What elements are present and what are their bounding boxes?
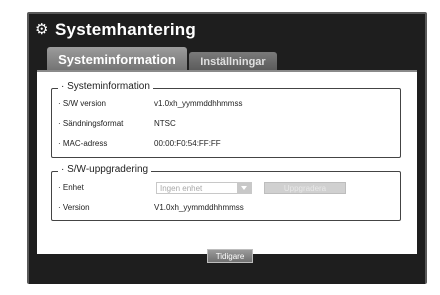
sw-version-row: · S/W version v1.0xh_yymmddhhmmss bbox=[58, 99, 242, 108]
device-row: · Enhet bbox=[58, 183, 154, 192]
chevron-down-icon[interactable] bbox=[237, 183, 251, 193]
gear-icon: ⚙ bbox=[35, 21, 49, 38]
version-row: · Version V1.0xh_yymmddhhmmss bbox=[58, 203, 244, 212]
tab-installningar[interactable]: Inställningar bbox=[189, 52, 277, 71]
sw-version-label: · S/W version bbox=[58, 99, 107, 108]
sw-upgrade-group: · S/W-uppgradering · Enhet Ingen enhet U… bbox=[51, 164, 401, 221]
system-info-group-title: · Systeminformation bbox=[58, 81, 153, 92]
title-bar: ⚙ Systemhantering bbox=[29, 14, 425, 46]
broadcast-format-label: · Sändningsformat bbox=[58, 119, 124, 128]
system-info-group: · Systeminformation · S/W version v1.0xh… bbox=[51, 81, 401, 158]
sw-upgrade-group-title: · S/W-uppgradering bbox=[58, 164, 152, 175]
upgrade-button[interactable]: Uppgradera bbox=[264, 182, 346, 194]
content-panel: · Systeminformation · S/W version v1.0xh… bbox=[37, 70, 417, 254]
device-label: · Enhet bbox=[58, 183, 84, 192]
back-button[interactable]: Tidigare bbox=[207, 249, 253, 263]
device-select-value: Ingen enhet bbox=[160, 183, 203, 193]
device-select[interactable]: Ingen enhet bbox=[156, 182, 252, 194]
tab-systeminformation[interactable]: Systeminformation bbox=[47, 47, 187, 71]
broadcast-format-row: · Sändningsformat NTSC bbox=[58, 119, 176, 128]
system-management-window: ⚙ Systemhantering Systeminformation Inst… bbox=[27, 12, 427, 284]
sw-version-value: v1.0xh_yymmddhhmmss bbox=[154, 99, 243, 108]
version-value: V1.0xh_yymmddhhmmss bbox=[154, 203, 244, 212]
window-title: Systemhantering bbox=[55, 20, 196, 39]
mac-address-row: · MAC-adress 00:00:F0:54:FF:FF bbox=[58, 139, 221, 148]
broadcast-format-value: NTSC bbox=[154, 119, 176, 128]
mac-address-value: 00:00:F0:54:FF:FF bbox=[154, 139, 221, 148]
version-label: · Version bbox=[58, 203, 90, 212]
mac-address-label: · MAC-adress bbox=[58, 139, 108, 148]
